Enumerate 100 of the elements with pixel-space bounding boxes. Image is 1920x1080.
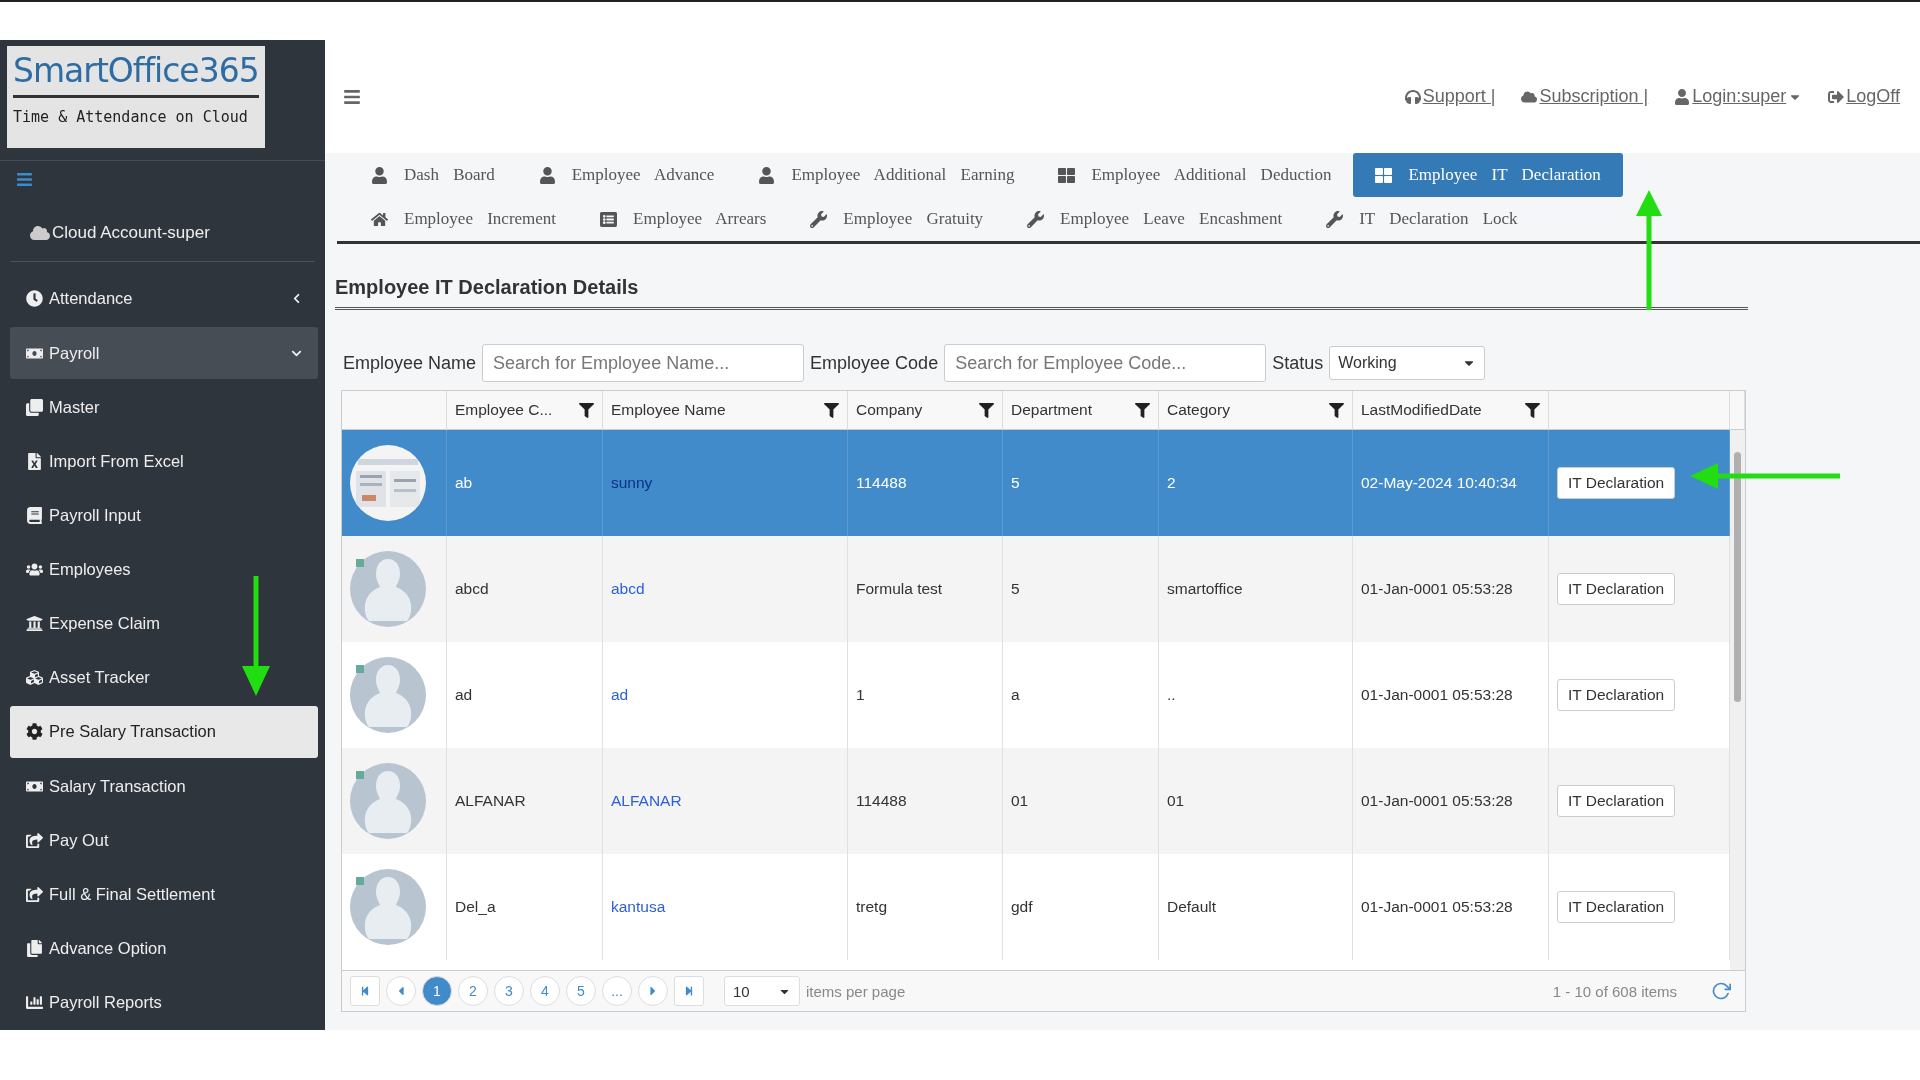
tab[interactable]: Employee Gratuity bbox=[788, 197, 1006, 241]
filter-icon[interactable] bbox=[824, 402, 839, 418]
table-cell: 01-Jan-0001 05:53:28 bbox=[1361, 686, 1513, 704]
wrench-icon bbox=[1326, 210, 1344, 228]
sidebar-item[interactable]: Full & Final Settlement bbox=[10, 868, 318, 921]
table-cell: smartoffice bbox=[1167, 580, 1243, 598]
cloud-icon bbox=[1521, 88, 1538, 105]
user-icon bbox=[538, 166, 556, 184]
table-row[interactable]: ab sunny 114488 5 2 02-May-2024 10:40:34 IT Declaration bbox=[342, 430, 1730, 536]
sidebar-item[interactable]: Pay Out bbox=[10, 814, 318, 867]
menu-icon[interactable] bbox=[343, 87, 361, 106]
scrollbar-thumb[interactable] bbox=[1734, 452, 1741, 702]
next-page-button[interactable] bbox=[638, 976, 668, 1006]
column-header: Category bbox=[1167, 401, 1230, 419]
tab[interactable]: Employee Leave Encashment bbox=[1005, 197, 1305, 241]
table-row[interactable]: ALFANAR ALFANAR 114488 01 01 01-Jan-0001 05:53:28 IT Declaration bbox=[342, 748, 1730, 854]
last-page-icon bbox=[684, 986, 694, 996]
table-cell: 01-Jan-0001 05:53:28 bbox=[1361, 580, 1513, 598]
page-button[interactable]: 1 bbox=[422, 976, 452, 1006]
logo-subtitle: Time & Attendance on Cloud bbox=[13, 108, 248, 126]
sidebar-item[interactable]: Asset Tracker bbox=[10, 652, 318, 704]
table-cell: 5 bbox=[1011, 580, 1020, 598]
grid-icon bbox=[1058, 166, 1076, 184]
page-button[interactable]: ... bbox=[602, 976, 632, 1006]
sidebar-item[interactable]: Expense Claim bbox=[10, 597, 318, 650]
tab[interactable]: Employee Arrears bbox=[578, 197, 789, 241]
status-dropdown[interactable]: Working bbox=[1329, 346, 1486, 380]
table-cell: 1 bbox=[856, 686, 865, 704]
employee-name-search[interactable]: Search for Employee Name... bbox=[482, 344, 805, 382]
page-size-dropdown[interactable]: 10 bbox=[724, 976, 800, 1006]
sidebar-item[interactable]: Payroll bbox=[10, 327, 318, 379]
header-link[interactable]: Subscription | bbox=[1521, 86, 1649, 107]
headset-icon bbox=[1404, 88, 1421, 105]
user-icon bbox=[758, 166, 776, 184]
column-header: Employee Name bbox=[611, 401, 726, 419]
table-cell: 01-Jan-0001 05:53:28 bbox=[1361, 792, 1513, 810]
sidebar-item[interactable]: Salary Transaction bbox=[10, 760, 318, 812]
logout-icon bbox=[1828, 88, 1845, 105]
table-row[interactable]: abcd abcd Formula test 5 smartoffice 01-Jan-0001 05:53:28 IT Declaration bbox=[342, 536, 1730, 642]
header-link[interactable]: Login:super bbox=[1674, 86, 1803, 107]
tab[interactable]: Employee Additional Earning bbox=[736, 153, 1037, 197]
page-title: Employee IT Declaration Details bbox=[335, 276, 1748, 310]
sidebar-item-icon bbox=[26, 885, 43, 903]
table-cell: 01-Jan-0001 05:53:28 bbox=[1361, 898, 1513, 916]
sidebar-item[interactable]: Payroll Input bbox=[10, 489, 318, 542]
column-header: LastModifiedDate bbox=[1361, 401, 1482, 419]
sidebar-item[interactable]: Import From Excel bbox=[10, 435, 318, 488]
tab[interactable]: Employee Additional Deduction bbox=[1036, 153, 1354, 197]
it-declaration-button[interactable]: IT Declaration bbox=[1557, 679, 1676, 711]
header-link[interactable]: LogOff bbox=[1828, 86, 1900, 107]
filter-icon[interactable] bbox=[1135, 402, 1150, 418]
it-declaration-button[interactable]: IT Declaration bbox=[1557, 891, 1676, 923]
tab[interactable]: Employee IT Declaration bbox=[1353, 153, 1623, 197]
employee-name-link[interactable]: ad bbox=[611, 686, 629, 704]
previous-page-button[interactable] bbox=[386, 976, 416, 1006]
filter-icon[interactable] bbox=[979, 402, 994, 418]
field-label: Status bbox=[1272, 352, 1324, 374]
last-page-button[interactable] bbox=[674, 976, 704, 1006]
field-label: Employee Name bbox=[343, 352, 477, 374]
sidebar-item[interactable]: Employees bbox=[10, 543, 318, 596]
filter-icon[interactable] bbox=[579, 402, 594, 418]
page-button[interactable]: 3 bbox=[494, 976, 524, 1006]
table-cell: Default bbox=[1167, 898, 1217, 916]
page-button[interactable]: 2 bbox=[458, 976, 488, 1006]
refresh-icon[interactable] bbox=[1711, 981, 1731, 1001]
list-icon bbox=[600, 210, 618, 228]
table-cell: Del_a bbox=[455, 898, 496, 916]
scrollbar[interactable] bbox=[1730, 430, 1745, 970]
sidebar-item-icon bbox=[26, 669, 43, 687]
employee-name-link[interactable]: abcd bbox=[611, 580, 645, 598]
first-page-button[interactable] bbox=[350, 976, 380, 1006]
page-button[interactable]: 4 bbox=[530, 976, 560, 1006]
tab[interactable]: IT Declaration Lock bbox=[1304, 197, 1540, 241]
sidebar-item[interactable]: Pre Salary Transaction bbox=[10, 706, 318, 758]
sidebar-item[interactable]: Payroll Reports bbox=[10, 976, 318, 1029]
wrench-icon bbox=[810, 210, 828, 228]
filter-icon[interactable] bbox=[1525, 402, 1540, 418]
home-icon bbox=[371, 210, 388, 228]
employee-name-link[interactable]: kantusa bbox=[611, 898, 666, 916]
table-cell: 5 bbox=[1011, 474, 1020, 492]
it-declaration-button[interactable]: IT Declaration bbox=[1557, 573, 1676, 605]
sidebar-item[interactable]: Master bbox=[10, 381, 318, 433]
sidebar-item-icon bbox=[26, 994, 43, 1012]
it-declaration-button[interactable]: IT Declaration bbox=[1557, 467, 1676, 499]
table-cell: gdf bbox=[1011, 898, 1033, 916]
page-button[interactable]: 5 bbox=[566, 976, 596, 1006]
tab[interactable]: Employee Advance bbox=[516, 153, 737, 197]
sidebar-item[interactable]: Advance Option bbox=[10, 922, 318, 975]
employee-name-link[interactable]: ALFANAR bbox=[611, 792, 682, 810]
sidebar-item[interactable]: Attendance bbox=[10, 273, 318, 325]
it-declaration-button[interactable]: IT Declaration bbox=[1557, 785, 1676, 817]
tab[interactable]: Dash Board bbox=[349, 153, 517, 197]
filter-icon[interactable] bbox=[1329, 402, 1344, 418]
tab[interactable]: Employee Increment bbox=[349, 197, 579, 241]
menu-icon[interactable] bbox=[16, 171, 33, 189]
wrench-icon bbox=[1027, 210, 1045, 228]
sidebar-item-icon bbox=[26, 398, 43, 416]
employee-code-search[interactable]: Search for Employee Code... bbox=[944, 344, 1267, 382]
header-link[interactable]: Support | bbox=[1404, 86, 1496, 107]
column-header: Employee C... bbox=[455, 401, 553, 419]
